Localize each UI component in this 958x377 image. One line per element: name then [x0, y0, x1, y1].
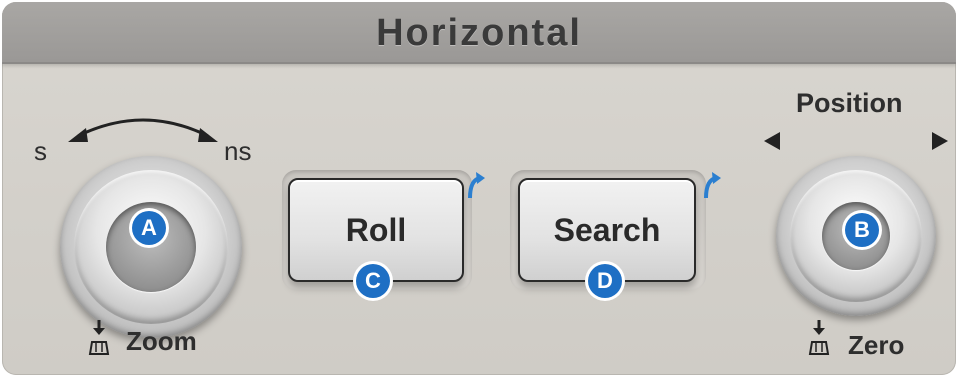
callout-badge-b: B [845, 213, 879, 247]
zero-label: Zero [848, 330, 905, 360]
callout-badge-a: A [132, 211, 166, 245]
triangle-right-icon [932, 132, 948, 150]
horizontal-control-panel: Horizontal s ns A Zoom Roll C Search D P… [2, 2, 956, 375]
title-bar: Horizontal [2, 2, 956, 64]
callout-badge-d: D [588, 264, 622, 298]
triangle-left-icon [764, 132, 780, 150]
push-knob-icon [808, 320, 830, 355]
roll-button-label: Roll [345, 212, 407, 248]
position-label: Position [796, 88, 903, 118]
callout-badge-c: C [356, 264, 390, 298]
search-button-label: Search [553, 212, 661, 248]
scale-left-label-s: s [34, 136, 47, 166]
blue-shift-arrow-icon [468, 172, 485, 199]
push-knob-icon [88, 320, 110, 355]
horizontal-scale-knob[interactable] [60, 156, 242, 338]
double-headed-arc-arrow-icon [68, 118, 218, 142]
scale-right-label-ns: ns [224, 136, 252, 166]
panel-title: Horizontal [376, 12, 582, 54]
scale-knob-ring [74, 170, 228, 324]
blue-shift-arrow-icon [704, 172, 721, 199]
zoom-label: Zoom [126, 326, 197, 356]
